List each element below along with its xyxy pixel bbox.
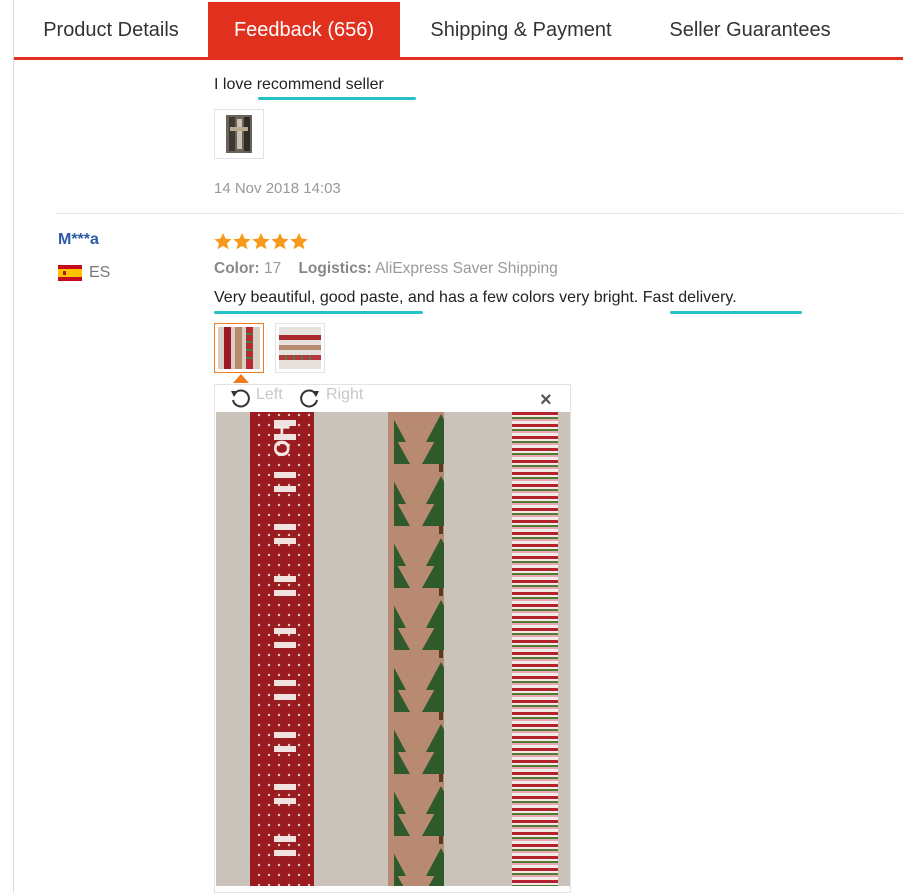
review-image-thumbnail[interactable]	[275, 323, 325, 373]
color-value: 17	[263, 260, 282, 277]
review-image-thumbnail[interactable]	[214, 109, 264, 159]
rotate-left-icon[interactable]	[229, 387, 251, 409]
svg-text:HO: HO	[269, 424, 294, 457]
reviewer-country: ES	[89, 264, 111, 281]
logistics-value: AliExpress Saver Shipping	[375, 260, 558, 277]
tab-seller-guarantees[interactable]: Seller Guarantees	[654, 2, 846, 57]
tab-feedback[interactable]: Feedback (656)	[208, 2, 400, 58]
star-icon	[252, 233, 270, 250]
previous-review-text: I love recommend seller	[214, 76, 384, 93]
tab-shipping-payment[interactable]: Shipping & Payment	[411, 2, 631, 57]
review-photo-large: HO	[216, 412, 570, 886]
star-icon	[233, 233, 251, 250]
rating-stars	[214, 233, 308, 250]
review-text: Very beautiful, good paste, and has a fe…	[214, 289, 737, 306]
reviewer-name[interactable]: M***a	[58, 231, 99, 249]
text-highlight-underline	[258, 97, 416, 100]
close-icon[interactable]: ×	[540, 389, 552, 412]
review-date: 14 Nov 2018 14:03	[214, 180, 341, 197]
tab-bar: Product Details Feedback (656) Shipping …	[14, 0, 903, 60]
rotate-right-icon[interactable]	[299, 387, 321, 409]
rotate-left-button[interactable]: Left	[256, 386, 283, 404]
rotate-right-button[interactable]: Right	[326, 386, 363, 404]
text-highlight-underline	[214, 311, 423, 314]
spain-flag-icon	[58, 265, 82, 281]
logistics-label: Logistics:	[298, 260, 372, 277]
review-divider	[56, 213, 903, 214]
text-highlight-underline	[670, 311, 802, 314]
ribbon-photo-icon	[218, 327, 260, 369]
review-image-thumbnail-selected[interactable]	[214, 323, 264, 373]
ribbon-photo-icon	[279, 327, 321, 369]
color-label: Color:	[214, 260, 260, 277]
tab-product-details[interactable]: Product Details	[14, 2, 208, 57]
viewer-pointer	[233, 374, 249, 383]
star-icon	[290, 233, 308, 250]
star-icon	[214, 233, 232, 250]
review-photo-icon	[218, 113, 260, 155]
review-meta: Color: 17 Logistics: AliExpress Saver Sh…	[214, 260, 558, 278]
left-border	[13, 0, 14, 893]
star-icon	[271, 233, 289, 250]
